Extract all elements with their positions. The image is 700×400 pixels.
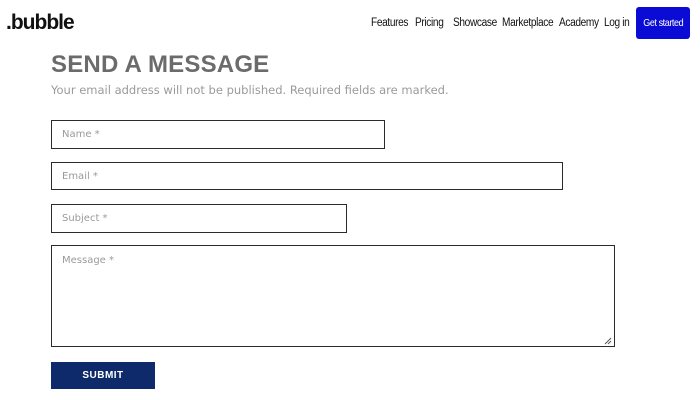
message-textarea[interactable]: [51, 245, 615, 347]
bubble-logo[interactable]: .bubble: [6, 11, 75, 35]
name-input[interactable]: [51, 120, 385, 149]
form-title: SEND A MESSAGE: [51, 51, 270, 78]
form-subtitle: Your email address will not be published…: [51, 83, 449, 97]
nav-link-academy[interactable]: Academy: [559, 15, 599, 31]
nav-link-features[interactable]: Features: [371, 15, 408, 31]
subject-input[interactable]: [51, 204, 347, 233]
top-navigation-bar: .bubble Features Pricing Showcase Market…: [0, 0, 700, 46]
submit-button[interactable]: SUBMIT: [51, 362, 155, 389]
nav-link-pricing[interactable]: Pricing: [415, 15, 444, 31]
nav-link-showcase[interactable]: Showcase: [453, 15, 497, 31]
get-started-button[interactable]: Get started: [636, 7, 690, 39]
nav-link-login[interactable]: Log in: [604, 15, 630, 31]
resize-grip-icon[interactable]: [604, 337, 612, 345]
email-input[interactable]: [51, 162, 563, 190]
nav-link-marketplace[interactable]: Marketplace: [502, 15, 554, 31]
get-started-label: Get started: [643, 17, 683, 29]
